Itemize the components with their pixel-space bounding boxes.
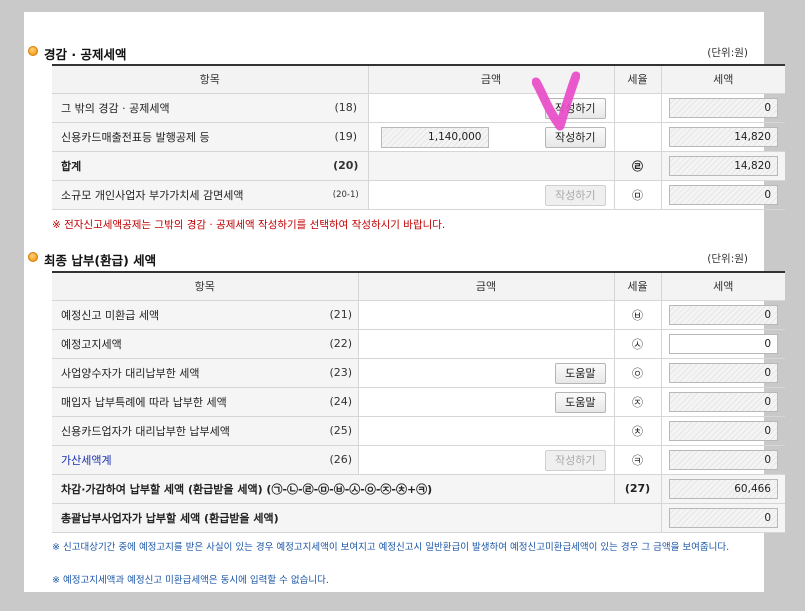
notice-red: ※ 전자신고세액공제는 그밖의 경감 · 공제세액 작성하기를 선택하여 작성하…: [52, 219, 446, 231]
col-header-tax: 세액: [660, 65, 785, 94]
table-row-payable: 차감·가감하여 납부할 세액 (환급받을 세액) (㉠-㉡-㉣-㉤-㉥-㉦-㉧-…: [52, 474, 785, 504]
prepaid-tax-input[interactable]: 0: [668, 333, 778, 354]
row-number: (20-1): [324, 180, 369, 210]
tax-field: 14,820: [668, 155, 778, 176]
table-row: 그 밖의 경감 · 공제세액 (18) 작성하기 0: [52, 93, 785, 123]
table-row: 소규모 개인사업자 부가가치세 감면세액 (20-1) 작성하기 ㉤ 0: [52, 180, 785, 210]
tax-field: 14,820: [668, 126, 778, 147]
table-row: 예정신고 미환급 세액 (21) ㉥ 0: [52, 300, 785, 330]
rate-cell: ㉦: [614, 329, 662, 359]
tax-field: 0: [668, 420, 778, 441]
row-number: (27): [614, 474, 662, 504]
rate-cell: ㉨: [614, 387, 662, 417]
row-number: (19): [324, 122, 369, 152]
row-label: 신용카드매출전표등 발행공제 등: [52, 122, 324, 152]
rate-cell: ㉩: [614, 416, 662, 446]
row-label: 소규모 개인사업자 부가가치세 감면세액: [52, 180, 324, 210]
row-label: 예정신고 미환급 세액: [52, 300, 324, 330]
row-label: 총괄납부사업자가 납부할 세액 (환급받을 세액): [52, 503, 662, 533]
bullet-icon: [28, 252, 38, 262]
pink-check-annotation: [532, 71, 580, 131]
col-header-rate: 세율: [613, 272, 661, 301]
table-row: 사업양수자가 대리납부한 세액 (23) 도움말 ㉧ 0: [52, 358, 785, 388]
tax-field: 0: [668, 184, 778, 205]
col-header-rate: 세율: [613, 65, 661, 94]
table-row: 매입자 납부특례에 따라 납부한 세액 (24) 도움말 ㉨ 0: [52, 387, 785, 417]
bullet-icon: [28, 46, 38, 56]
col-header-item: 항목: [52, 272, 358, 301]
section1-header: 경감 · 공제세액 (단위:원): [28, 44, 748, 62]
rate-cell: [614, 93, 662, 123]
table-row-consolidated: 총괄납부사업자가 납부할 세액 (환급받을 세액) 0: [52, 503, 785, 533]
row-label: 신용카드업자가 대리납부한 납부세액: [52, 416, 324, 446]
row-number: (18): [324, 93, 369, 123]
section2-title: 최종 납부(환급) 세액: [44, 253, 157, 268]
col-header-amount: 금액: [357, 272, 614, 301]
col-header-tax: 세액: [660, 272, 785, 301]
section2-unit: (단위:원): [707, 253, 748, 265]
table-row: 신용카드매출전표등 발행공제 등 (19) 1,140,000 작성하기 14,…: [52, 122, 785, 152]
tax-field: 0: [668, 97, 778, 118]
section1-title: 경감 · 공제세액: [44, 47, 127, 62]
table-row: 가산세액계 (26) 작성하기 ㉪ 0: [52, 445, 785, 475]
tax-field: 0: [668, 391, 778, 412]
section2-header: 최종 납부(환급) 세액 (단위:원): [28, 250, 748, 268]
deduction-table: 항목 금액 세율 세액 그 밖의 경감 · 공제세액 (18) 작성하기 0 신…: [52, 64, 785, 210]
section1-unit: (단위:원): [707, 47, 748, 59]
rate-cell: ㉤: [614, 180, 662, 210]
row-number: (22): [324, 329, 359, 359]
row-label: 매입자 납부특례에 따라 납부한 세액: [52, 387, 324, 417]
row-number: (23): [324, 358, 359, 388]
write-button-disabled[interactable]: 작성하기: [545, 449, 606, 471]
row-number: (21): [324, 300, 359, 330]
col-header-item: 항목: [52, 65, 368, 94]
notice-prepaid: ※ 신고대상기간 중에 예정고지를 받은 사실이 있는 경우 예정고지세액이 보…: [52, 542, 730, 553]
consolidated-tax-field: 0: [668, 507, 778, 528]
rate-cell: [614, 122, 662, 152]
row-label: 합계: [52, 151, 324, 181]
notice-exclusive: ※ 예정고지세액과 예정신고 미환급세액은 동시에 입력할 수 없습니다.: [52, 575, 329, 586]
rate-cell: ㉧: [614, 358, 662, 388]
final-tax-table: 항목 금액 세율 세액 예정신고 미환급 세액 (21) ㉥ 0 예정고지세액 …: [52, 271, 785, 533]
check-stroke: [532, 71, 580, 131]
payable-tax-field: 60,466: [668, 478, 778, 499]
tax-field: 0: [668, 304, 778, 325]
rate-cell: ㉥: [614, 300, 662, 330]
row-label: 그 밖의 경감 · 공제세액: [52, 93, 324, 123]
row-label: 사업양수자가 대리납부한 세액: [52, 358, 324, 388]
tax-field: 0: [668, 362, 778, 383]
rate-cell: ㉪: [614, 445, 662, 475]
row-label: 예정고지세액: [52, 329, 324, 359]
table-row: 예정고지세액 (22) ㉦ 0: [52, 329, 785, 359]
help-button[interactable]: 도움말: [555, 391, 606, 413]
row-number: (26): [324, 445, 359, 475]
penalty-tax-link[interactable]: 가산세액계: [52, 445, 324, 475]
row-number: (25): [324, 416, 359, 446]
help-button[interactable]: 도움말: [555, 362, 606, 384]
table-row: 신용카드업자가 대리납부한 납부세액 (25) ㉩ 0: [52, 416, 785, 446]
rate-cell: ㉣: [614, 151, 662, 181]
row-label: 차감·가감하여 납부할 세액 (환급받을 세액) (㉠-㉡-㉣-㉤-㉥-㉦-㉧-…: [52, 474, 615, 504]
row-number: (24): [324, 387, 359, 417]
tax-field: 0: [668, 449, 778, 470]
table-row-total: 합계 (20) ㉣ 14,820: [52, 151, 785, 181]
row-number: (20): [324, 151, 369, 181]
amount-field: 1,140,000: [380, 126, 489, 148]
write-button-disabled[interactable]: 작성하기: [545, 184, 606, 206]
